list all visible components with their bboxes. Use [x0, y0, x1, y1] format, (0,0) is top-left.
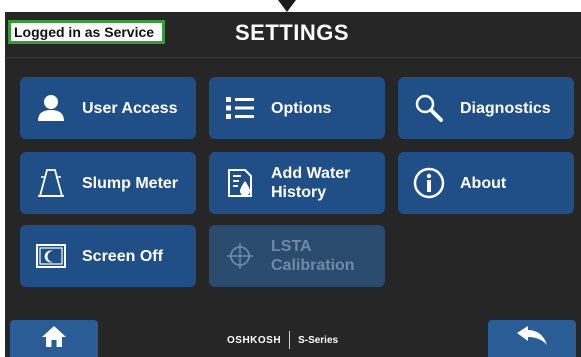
tile-label: Screen Off: [82, 247, 163, 265]
back-button[interactable]: [488, 320, 576, 357]
add-water-history-button[interactable]: Add Water History: [209, 152, 385, 214]
tile-label: LSTA Calibration: [271, 238, 355, 274]
series-label: S-Series: [298, 334, 339, 346]
info-icon: [412, 166, 446, 200]
top-notch-indicator: [278, 0, 296, 12]
lsta-calibration-button[interactable]: LSTA Calibration: [209, 225, 385, 287]
user-access-button[interactable]: User Access: [20, 77, 196, 139]
magnifier-icon: [412, 91, 446, 125]
tile-label: Add Water History: [271, 165, 351, 201]
options-button[interactable]: Options: [209, 77, 385, 139]
brand-divider: [289, 331, 291, 349]
slump-meter-button[interactable]: Slump Meter: [20, 152, 196, 214]
list-icon: [223, 91, 257, 125]
brand-logo: OSHKOSH S-Series: [227, 330, 338, 350]
settings-screen: Logged in as Service SETTINGS User Acces…: [5, 12, 581, 357]
water-history-icon: [223, 166, 257, 200]
bottom-navigation-bar: OSHKOSH S-Series: [5, 320, 581, 357]
home-icon: [41, 324, 67, 353]
login-status-badge: Logged in as Service: [8, 20, 165, 44]
home-button[interactable]: [10, 320, 98, 357]
about-button[interactable]: About: [398, 152, 574, 214]
tile-label: Diagnostics: [460, 99, 551, 117]
diagnostics-button[interactable]: Diagnostics: [398, 77, 574, 139]
back-arrow-icon: [516, 325, 548, 352]
screen-off-button[interactable]: Screen Off: [20, 225, 196, 287]
header-divider: [5, 57, 581, 58]
tile-label: Slump Meter: [82, 174, 179, 192]
slump-cone-icon: [34, 166, 68, 200]
oshkosh-logo: OSHKOSH: [227, 334, 282, 346]
screen-moon-icon: [34, 239, 68, 273]
tile-label: User Access: [82, 99, 178, 117]
tile-label: About: [460, 174, 507, 192]
crosshair-icon: [223, 239, 257, 273]
user-icon: [34, 91, 68, 125]
page-title: SETTINGS: [235, 20, 350, 45]
tile-label: Options: [271, 99, 332, 117]
